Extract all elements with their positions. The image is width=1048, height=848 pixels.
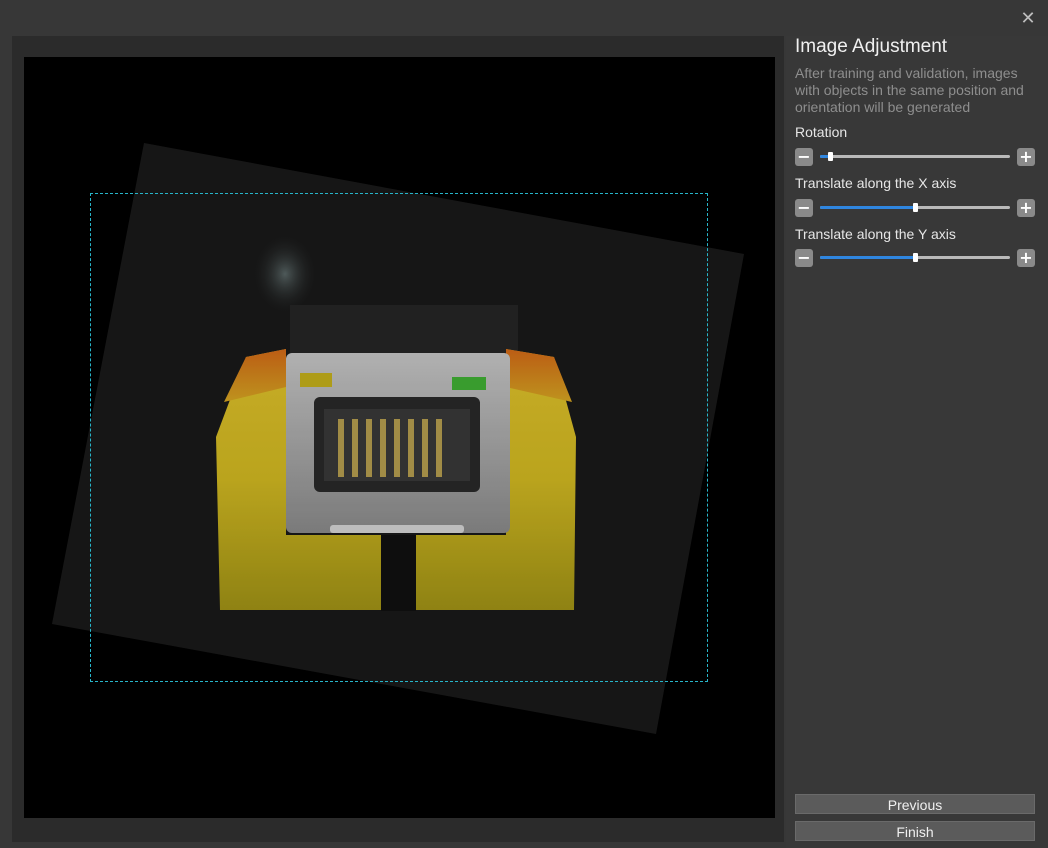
image-adjustment-window: ✕ Image Adjustment After training and va… bbox=[0, 0, 1048, 848]
connector-image bbox=[52, 143, 744, 734]
rotation-slider-handle[interactable] bbox=[827, 152, 833, 161]
translate-y-slider-handle[interactable] bbox=[913, 253, 918, 262]
rotation-slider-row: − + bbox=[795, 148, 1035, 166]
translate-y-slider-fill bbox=[820, 256, 915, 259]
rotation-decrease-button[interactable]: − bbox=[795, 148, 813, 166]
translate-y-increase-button[interactable]: + bbox=[1017, 249, 1035, 267]
close-icon[interactable]: ✕ bbox=[1018, 8, 1038, 28]
translate-x-slider-row: − + bbox=[795, 199, 1035, 217]
rotation-slider[interactable] bbox=[820, 152, 1010, 161]
translate-y-slider-row: − + bbox=[795, 249, 1035, 267]
translate-x-decrease-button[interactable]: − bbox=[795, 199, 813, 217]
rotation-increase-button[interactable]: + bbox=[1017, 148, 1035, 166]
translate-y-label: Translate along the Y axis bbox=[795, 226, 956, 242]
translate-x-label: Translate along the X axis bbox=[795, 175, 957, 191]
panel-title: Image Adjustment bbox=[795, 36, 948, 57]
image-preview-canvas[interactable] bbox=[24, 57, 775, 818]
panel-description: After training and validation, images wi… bbox=[795, 65, 1024, 115]
translate-y-slider[interactable] bbox=[820, 253, 1010, 262]
adjustment-panel: Image Adjustment After training and vali… bbox=[786, 36, 1048, 848]
translate-y-decrease-button[interactable]: − bbox=[795, 249, 813, 267]
translate-x-slider[interactable] bbox=[820, 203, 1010, 212]
rotation-label: Rotation bbox=[795, 124, 848, 140]
finish-button[interactable]: Finish bbox=[795, 821, 1035, 841]
translate-x-slider-handle[interactable] bbox=[913, 203, 918, 212]
translate-x-increase-button[interactable]: + bbox=[1017, 199, 1035, 217]
previous-button[interactable]: Previous bbox=[795, 794, 1035, 814]
translate-x-slider-fill bbox=[820, 206, 915, 209]
